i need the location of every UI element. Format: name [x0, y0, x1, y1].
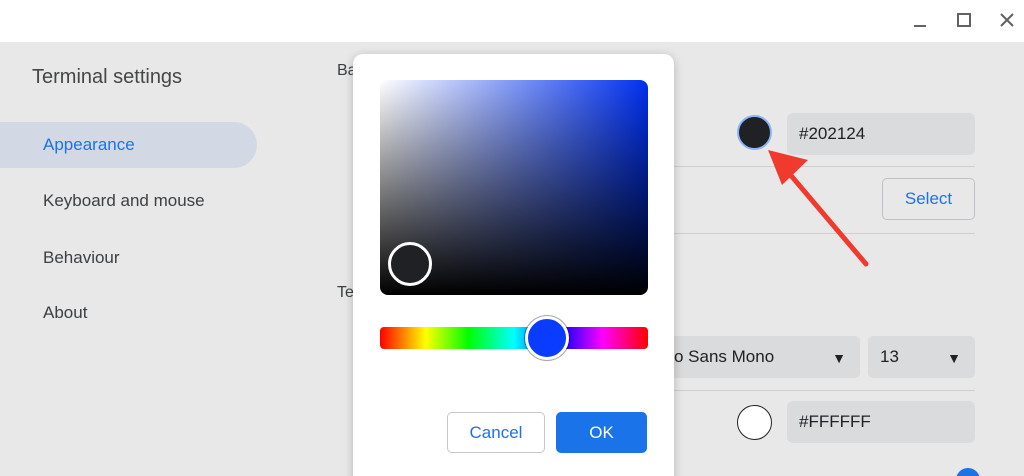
- cancel-button[interactable]: Cancel: [447, 412, 545, 453]
- color-selector-handle[interactable]: [388, 242, 432, 286]
- hue-slider[interactable]: [380, 327, 648, 349]
- hue-slider-handle[interactable]: [525, 316, 569, 360]
- color-picker-dialog: Cancel OK: [353, 54, 674, 476]
- saturation-value-area[interactable]: [380, 80, 648, 295]
- ok-button[interactable]: OK: [556, 412, 647, 453]
